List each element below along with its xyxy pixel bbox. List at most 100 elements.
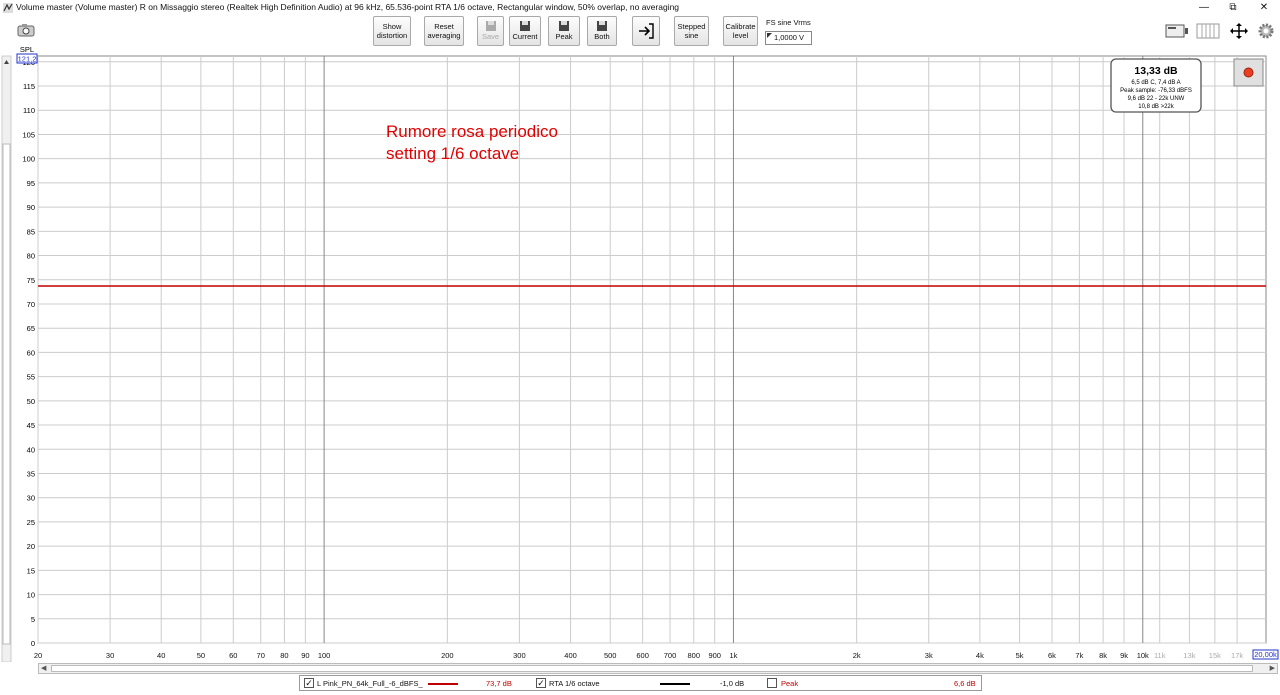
y-tick-label: 10 <box>27 591 35 600</box>
fs-sine-dropdown[interactable]: 1,0000 V <box>765 31 812 45</box>
current-label: Current <box>512 32 538 41</box>
legend-checkbox-peak[interactable] <box>767 678 777 688</box>
major-grid <box>37 55 1267 644</box>
y-scrollbar[interactable] <box>1 55 12 662</box>
readout-line-1: 6,5 dB C, 7,4 dB A <box>1131 80 1180 86</box>
title-bar: Volume master (Volume master) R on Missa… <box>0 0 1280 16</box>
x-tick-label: 300 <box>513 651 526 660</box>
y-tick-label: 110 <box>23 106 35 115</box>
peak-label: Peak <box>555 32 573 41</box>
save-disabled-label: Save <box>481 32 500 41</box>
y-tick-label: 25 <box>27 518 35 527</box>
gear-icon[interactable] <box>1258 23 1274 39</box>
dropdown-corner-icon <box>767 33 772 38</box>
x-tick-label: 8k <box>1099 651 1107 660</box>
y-tick-label: 35 <box>27 469 35 478</box>
fit-arrows-icon[interactable] <box>1227 23 1251 39</box>
readout-line-2: Peak sample: -76,33 dBFS <box>1120 88 1192 94</box>
x-tick-label: 400 <box>564 651 577 660</box>
legend-checkbox-rta[interactable]: ✓ <box>536 678 546 688</box>
x-tick-label: 10k <box>1137 651 1149 660</box>
x-tick-label: 2k <box>853 651 861 660</box>
annotation-line-2: setting 1/6 octave <box>386 144 519 163</box>
y-tick-label: 40 <box>27 445 35 454</box>
x-tick-label: 80 <box>280 651 288 660</box>
x-tick-label: 15k <box>1209 651 1221 660</box>
x-scrollbar-thumb[interactable] <box>51 665 1253 672</box>
save-peak-button[interactable]: Peak <box>548 16 580 46</box>
stepped-sine-button[interactable]: Stepped sine <box>674 16 709 46</box>
x-tick-label: 5k <box>1016 651 1024 660</box>
x-tick-label: 17k <box>1231 651 1243 660</box>
legend-checkbox-measurement[interactable]: ✓ <box>304 678 314 688</box>
rta-chart[interactable]: 0 5 10 15 20 25 30 35 40 45 50 55 60 65 70 75 80 85 90 95 10… <box>0 44 1280 662</box>
disk-icon <box>559 21 569 31</box>
scroll-right-icon[interactable]: ▶ <box>1270 664 1275 673</box>
show-distortion-button[interactable]: Show distortion <box>373 16 411 46</box>
stepped-sine-label-1: Stepped <box>677 22 706 31</box>
record-button[interactable] <box>1233 58 1264 87</box>
y-tick-label: 65 <box>27 324 35 333</box>
level-readout: 13,33 dB 6,5 dB C, 7,4 dB A Peak sample:… <box>1110 58 1202 113</box>
x-tick-label: 11k <box>1154 651 1166 660</box>
reset-averaging-button[interactable]: Reset averaging <box>424 16 464 46</box>
y-tick-label: 80 <box>27 252 35 261</box>
x-tick-label: 600 <box>636 651 649 660</box>
close-button[interactable]: ✕ <box>1250 0 1278 16</box>
x-tick-label: 200 <box>441 651 454 660</box>
y-tick-label: 95 <box>27 179 35 188</box>
x-tick-label: 6k <box>1048 651 1056 660</box>
y-tick-label: 20 <box>27 542 35 551</box>
readout-line-4: 10,8 dB >22k <box>1138 104 1175 110</box>
bars-icon[interactable] <box>1196 23 1220 39</box>
graph-layout-icon[interactable] <box>1165 23 1189 39</box>
y-tick-label: 45 <box>27 421 35 430</box>
y-tick-label: 5 <box>31 615 35 624</box>
x-tick-label: 13k <box>1183 651 1195 660</box>
y-tick-label: 75 <box>27 276 35 285</box>
y-tick-label: 0 <box>31 639 35 648</box>
y-tick-label: 55 <box>27 373 35 382</box>
app-icon <box>3 3 13 13</box>
minimize-button[interactable]: — <box>1190 0 1218 16</box>
x-tick-label: 60 <box>229 651 237 660</box>
legend-swatch-measurement <box>428 683 458 685</box>
save-current-button[interactable]: Current <box>509 16 541 46</box>
x-tick-label: 30 <box>106 651 114 660</box>
calibrate-level-label-2: level <box>732 31 749 40</box>
restore-button[interactable]: ⧉ <box>1219 0 1247 16</box>
plot-frame <box>37 55 1267 644</box>
x-tick-label: 40 <box>157 651 165 660</box>
y-tick-label: 50 <box>27 397 35 406</box>
legend-value-measurement: 73,7 dB <box>486 679 512 688</box>
x-tick-label: 700 <box>664 651 677 660</box>
window-title: Volume master (Volume master) R on Missa… <box>16 2 680 12</box>
y-tick-label: 70 <box>27 300 35 309</box>
x-axis: 20 30 40 50 60 70 80 90 100 200 300 400 500 600 700 800… <box>34 651 1244 660</box>
calibrate-level-button[interactable]: Calibrate level <box>723 16 758 46</box>
x-tick-label: 3k <box>925 651 933 660</box>
record-icon <box>1243 67 1254 78</box>
show-distortion-label-2: distortion <box>376 31 408 40</box>
y-tick-label: 15 <box>27 566 35 575</box>
readout-line-3: 9,6 dB 22 - 22k UNW <box>1128 96 1185 102</box>
save-both-button[interactable]: Both <box>587 16 617 46</box>
export-button[interactable] <box>632 16 660 46</box>
x-tick-label: 500 <box>604 651 617 660</box>
x-tick-label: 7k <box>1075 651 1083 660</box>
x-end-value[interactable]: 20,00k <box>1254 650 1277 659</box>
scroll-left-icon[interactable]: ◀ <box>41 664 46 673</box>
legend-value-peak: 6,6 dB <box>954 679 976 688</box>
x-tick-label: 9k <box>1120 651 1128 660</box>
y-tick-label: 60 <box>27 348 35 357</box>
calibrate-level-label-1: Calibrate <box>725 22 756 31</box>
y-top-value[interactable]: 121,2 <box>18 55 37 64</box>
x-tick-label: 4k <box>976 651 984 660</box>
camera-icon[interactable] <box>17 23 35 37</box>
y-tick-label: 105 <box>22 130 35 139</box>
x-tick-label: 900 <box>708 651 721 660</box>
export-arrow-icon <box>639 23 654 39</box>
both-label: Both <box>594 32 610 41</box>
x-scrollbar[interactable]: ◀ ▶ <box>38 663 1278 674</box>
x-tick-label: 20 <box>34 651 42 660</box>
